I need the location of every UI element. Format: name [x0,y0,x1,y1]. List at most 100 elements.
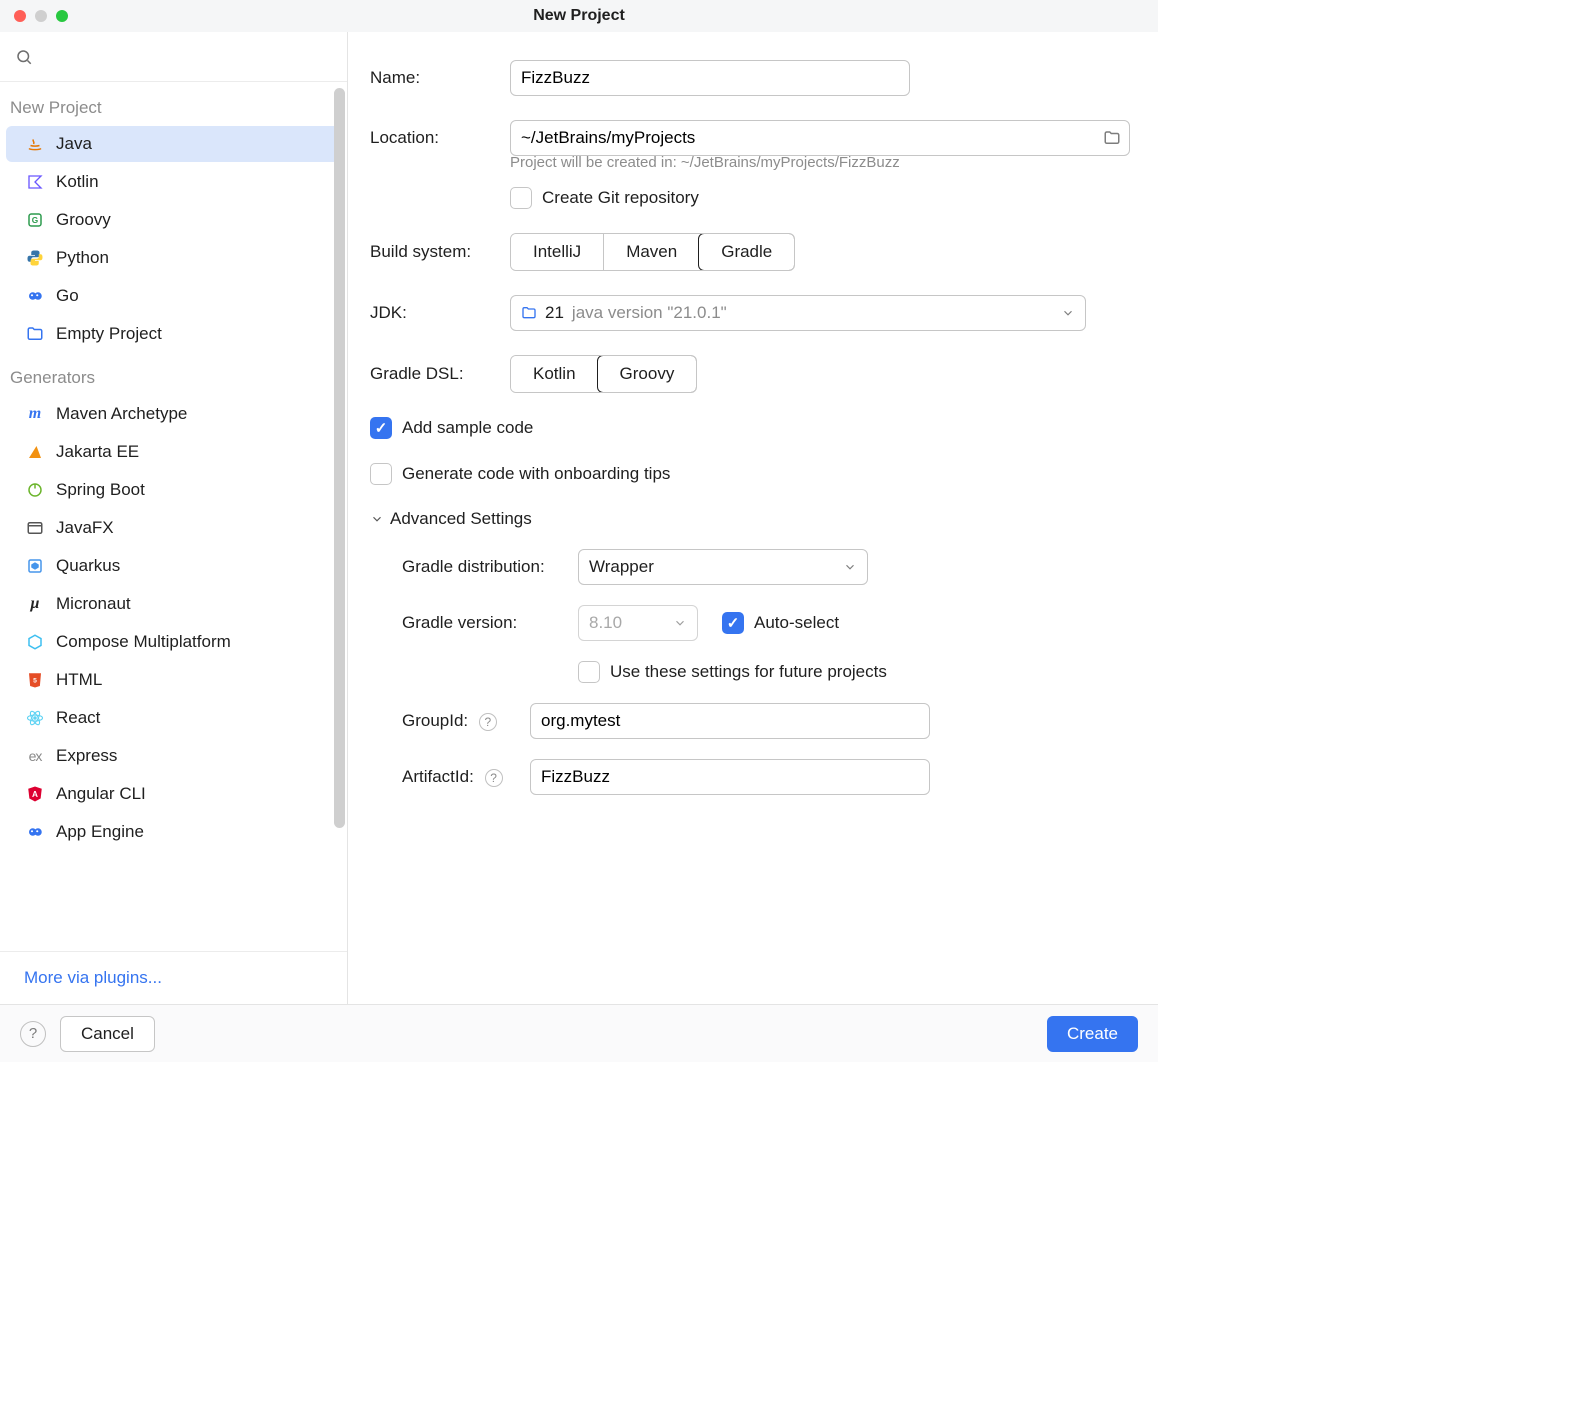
sidebar-item-angular-cli[interactable]: A Angular CLI [6,776,341,812]
sidebar-item-app-engine[interactable]: App Engine [6,814,341,850]
group-id-input[interactable] [530,703,930,739]
appengine-icon [24,821,46,843]
footer: ? Cancel Create [0,1004,1158,1062]
angular-icon: A [24,783,46,805]
search-icon [10,43,38,71]
sidebar-item-label: Java [56,134,92,154]
python-icon [24,247,46,269]
create-git-checkbox[interactable] [510,187,532,209]
artifact-id-label: ArtifactId: [402,767,474,786]
name-input[interactable] [510,60,910,96]
html-icon: 5 [24,669,46,691]
sidebar-item-html[interactable]: 5 HTML [6,662,341,698]
sidebar-item-label: Groovy [56,210,111,230]
sidebar-item-label: HTML [56,670,102,690]
location-hint: Project will be created in: ~/JetBrains/… [510,154,1136,171]
create-button[interactable]: Create [1047,1016,1138,1052]
sidebar-item-quarkus[interactable]: Quarkus [6,548,341,584]
sidebar-item-express[interactable]: ex Express [6,738,341,774]
gradle-version-dropdown[interactable]: 8.10 [578,605,698,641]
sidebar-item-compose-multiplatform[interactable]: Compose Multiplatform [6,624,341,660]
sidebar-item-javafx[interactable]: JavaFX [6,510,341,546]
jdk-version-string: java version "21.0.1" [572,303,727,323]
spring-boot-icon [24,479,46,501]
help-icon[interactable]: ? [485,769,503,787]
add-sample-code-label: Add sample code [402,418,533,438]
location-label: Location: [370,128,510,148]
sidebar-item-label: Python [56,248,109,268]
use-for-future-checkbox[interactable] [578,661,600,683]
sidebar-item-go[interactable]: Go [6,278,341,314]
sidebar-item-groovy[interactable]: G Groovy [6,202,341,238]
micronaut-icon: μ [24,593,46,615]
sidebar-item-label: Go [56,286,79,306]
help-button[interactable]: ? [20,1021,46,1047]
sidebar-item-label: Express [56,746,117,766]
sidebar-item-jakarta-ee[interactable]: Jakarta EE [6,434,341,470]
auto-select-checkbox[interactable] [722,612,744,634]
kotlin-icon [24,171,46,193]
gradle-dsl-toggle: Kotlin Groovy [510,355,697,393]
gradle-dsl-label: Gradle DSL: [370,364,510,384]
sidebar-item-label: Compose Multiplatform [56,632,231,652]
advanced-settings-label: Advanced Settings [390,509,532,529]
sidebar-item-maven-archetype[interactable]: m Maven Archetype [6,396,341,432]
gradle-distribution-label: Gradle distribution: [402,557,578,577]
build-system-toggle: IntelliJ Maven Gradle [510,233,795,271]
gradle-version-label: Gradle version: [402,613,578,633]
react-icon [24,707,46,729]
sidebar-item-java[interactable]: Java [6,126,341,162]
chevron-down-icon [370,512,384,526]
sidebar-item-label: React [56,708,100,728]
sidebar-item-empty-project[interactable]: Empty Project [6,316,341,352]
more-via-plugins-link[interactable]: More via plugins... [0,951,347,1004]
jdk-version-number: 21 [545,303,564,323]
sidebar-item-label: Micronaut [56,594,131,614]
onboarding-tips-checkbox[interactable] [370,463,392,485]
chevron-down-icon [673,616,687,630]
sidebar-item-python[interactable]: Python [6,240,341,276]
chevron-down-icon [1061,306,1075,320]
sidebar-item-label: JavaFX [56,518,114,538]
sidebar-item-kotlin[interactable]: Kotlin [6,164,341,200]
build-system-label: Build system: [370,242,510,262]
sidebar-section-generators: Generators [0,362,347,394]
gradle-distribution-dropdown[interactable]: Wrapper [578,549,868,585]
advanced-settings-toggle[interactable]: Advanced Settings [370,509,1136,529]
gradle-dsl-groovy[interactable]: Groovy [597,355,698,393]
create-git-label: Create Git repository [542,188,699,208]
jakarta-icon [24,441,46,463]
express-icon: ex [24,745,46,767]
sidebar-item-micronaut[interactable]: μ Micronaut [6,586,341,622]
jdk-dropdown[interactable]: 21 java version "21.0.1" [510,295,1086,331]
sidebar-item-react[interactable]: React [6,700,341,736]
sidebar-item-label: Spring Boot [56,480,145,500]
sidebar-item-spring-boot[interactable]: Spring Boot [6,472,341,508]
location-input[interactable] [510,120,1130,156]
svg-text:G: G [32,216,38,225]
help-icon[interactable]: ? [479,713,497,731]
artifact-id-input[interactable] [530,759,930,795]
browse-folder-button[interactable] [1100,126,1124,150]
main-panel: Name: Location: Project will be created … [348,32,1158,1004]
jdk-label: JDK: [370,303,510,323]
build-system-intellij[interactable]: IntelliJ [511,234,603,270]
folder-icon [521,305,537,321]
sidebar-item-label: Jakarta EE [56,442,139,462]
groovy-icon: G [24,209,46,231]
gradle-dsl-kotlin[interactable]: Kotlin [511,356,598,392]
add-sample-code-checkbox[interactable] [370,417,392,439]
sidebar-item-label: Angular CLI [56,784,146,804]
cancel-button[interactable]: Cancel [60,1016,155,1052]
javafx-icon [24,517,46,539]
chevron-down-icon [843,560,857,574]
quarkus-icon [24,555,46,577]
compose-icon [24,631,46,653]
gradle-distribution-value: Wrapper [589,557,654,577]
java-icon [24,133,46,155]
build-system-maven[interactable]: Maven [603,234,699,270]
search-input[interactable] [38,48,337,66]
build-system-gradle[interactable]: Gradle [698,233,795,271]
svg-text:A: A [32,790,38,799]
sidebar-item-label: App Engine [56,822,144,842]
